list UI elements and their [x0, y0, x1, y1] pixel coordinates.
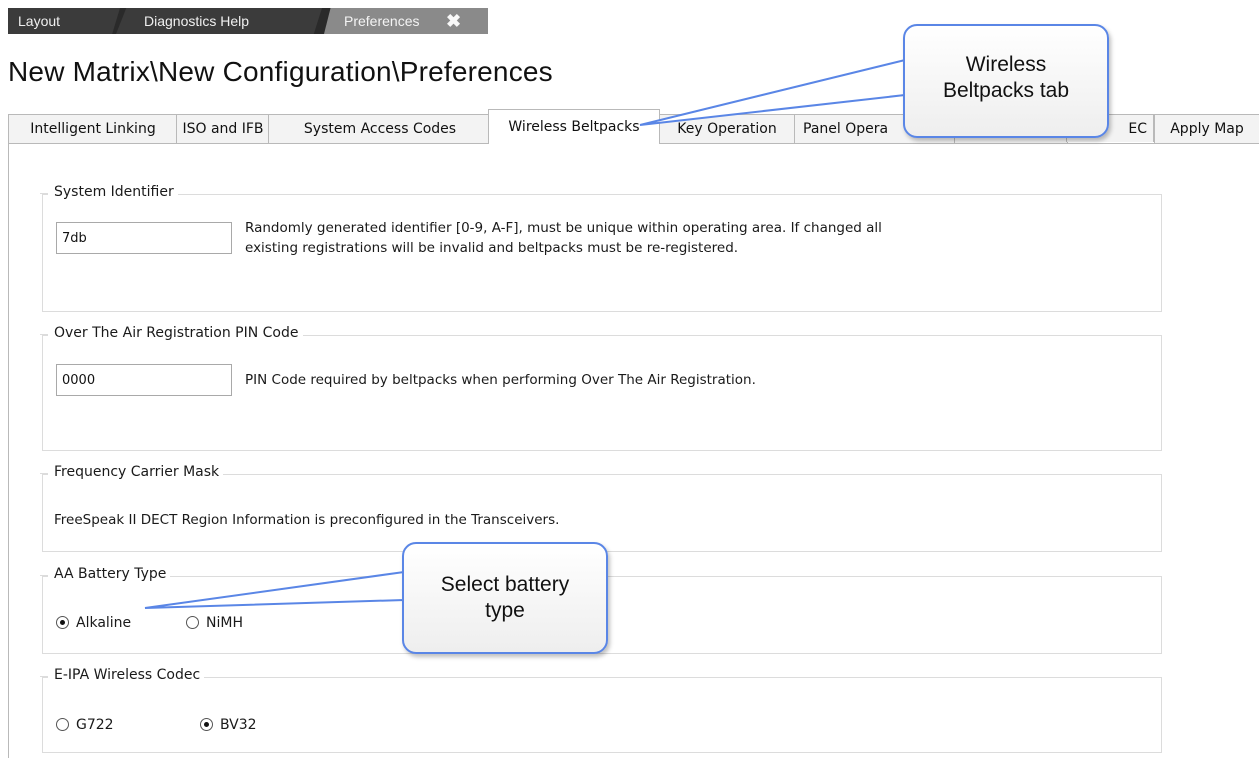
- battery-type-callout: Select battery type: [402, 542, 608, 654]
- callout-line-2: Beltpacks tab: [942, 79, 1070, 102]
- callout-line-2: type: [485, 599, 525, 622]
- wireless-beltpacks-callout: Wireless Beltpacks tab: [903, 24, 1109, 138]
- tab-callout-pointer: [639, 58, 906, 126]
- callout-line-1: Wireless: [965, 53, 1047, 76]
- battery-callout-pointer: [144, 570, 405, 609]
- callout-line-1: Select battery: [440, 573, 570, 596]
